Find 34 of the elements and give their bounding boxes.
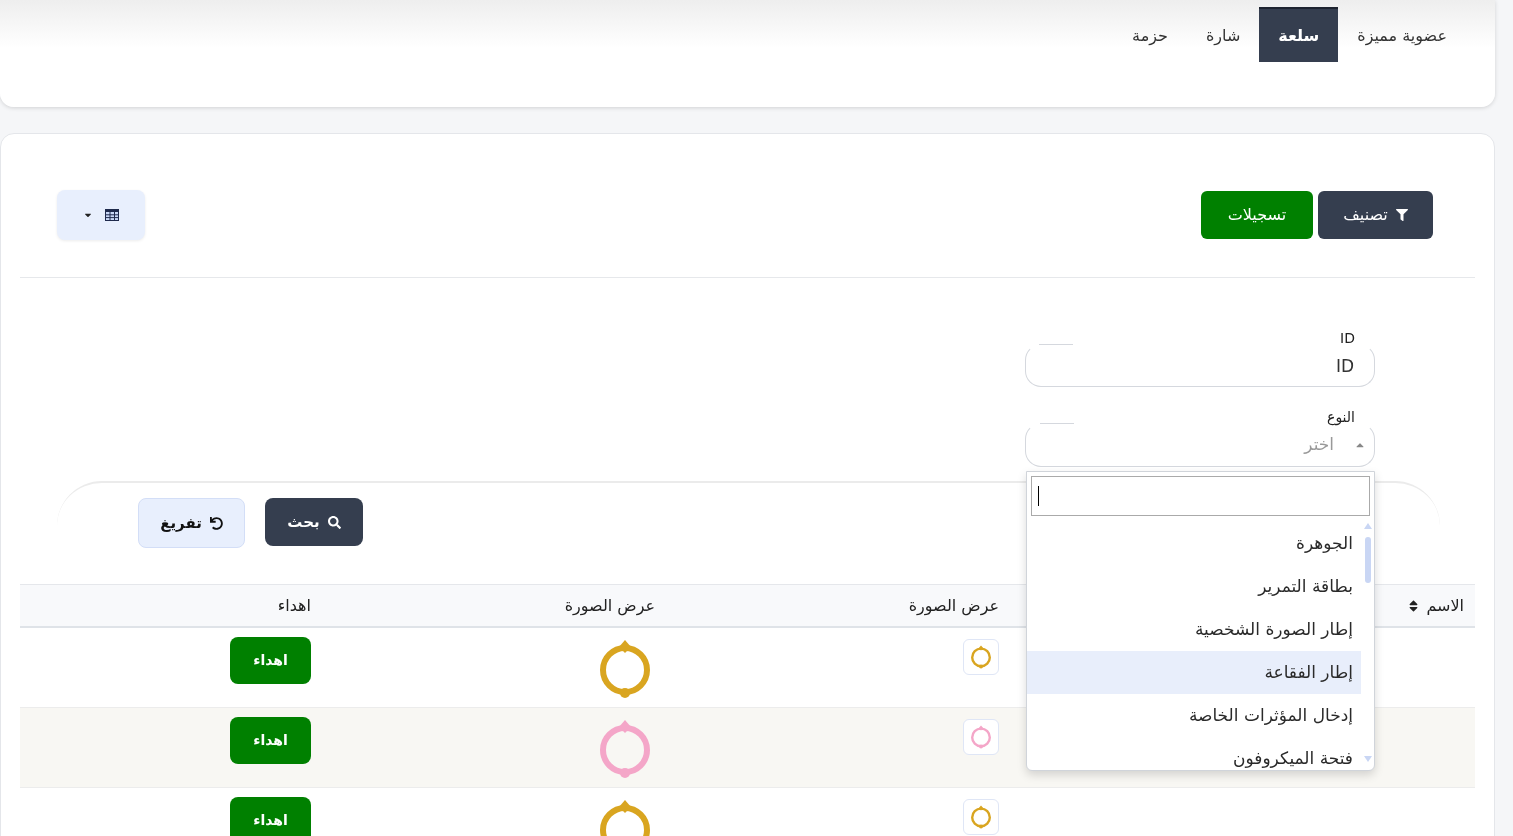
tab[interactable]: حزمة xyxy=(1113,7,1187,62)
tab[interactable]: شارة xyxy=(1186,7,1260,62)
dropdown-option[interactable]: إطار الفقاعة xyxy=(1027,651,1361,694)
dropdown-option[interactable]: الجوهرة xyxy=(1027,522,1361,565)
filter-icon xyxy=(1395,209,1408,221)
dropdown-search-field[interactable] xyxy=(1031,476,1370,516)
filter-button[interactable]: تصنيف xyxy=(1318,191,1433,239)
dropdown-option[interactable]: إطار الصورة الشخصية xyxy=(1027,608,1361,651)
search-button[interactable]: بحث xyxy=(265,498,363,546)
tab[interactable]: سلعة xyxy=(1259,7,1339,62)
table-view-button[interactable] xyxy=(57,190,145,240)
sort-icon[interactable] xyxy=(1408,598,1420,613)
records-button[interactable]: تسجيلات xyxy=(1201,191,1313,239)
column-header: عرض الصورة xyxy=(908,594,999,618)
tab[interactable]: عضوية مميزة xyxy=(1338,7,1466,62)
ring-thumbnail xyxy=(963,719,999,755)
ring-thumbnail xyxy=(963,639,999,675)
column-header: عرض الصورة xyxy=(564,594,655,618)
dropdown-option[interactable]: بطاقة التمرير xyxy=(1027,565,1361,608)
gift-button[interactable]: اهداء xyxy=(230,637,311,684)
caret-down-icon[interactable] xyxy=(1363,756,1372,762)
table-icon xyxy=(105,209,119,221)
reset-button[interactable]: تفريغ xyxy=(138,498,245,548)
scrollbar-thumb[interactable] xyxy=(1364,537,1371,583)
search-icon xyxy=(327,515,341,529)
caret-up-icon[interactable] xyxy=(1363,523,1372,529)
undo-icon xyxy=(209,516,223,530)
gift-button[interactable]: اهداء xyxy=(230,797,311,836)
dropdown-option[interactable]: إدخال المؤثرات الخاصة xyxy=(1027,694,1361,737)
column-header: اهداء xyxy=(277,594,311,617)
dropdown-option[interactable]: فتحة الميكروفون xyxy=(1027,737,1361,770)
column-header[interactable]: الاسم xyxy=(1426,593,1464,618)
gift-button[interactable]: اهداء xyxy=(230,717,311,764)
field-label: ID xyxy=(1340,332,1355,344)
